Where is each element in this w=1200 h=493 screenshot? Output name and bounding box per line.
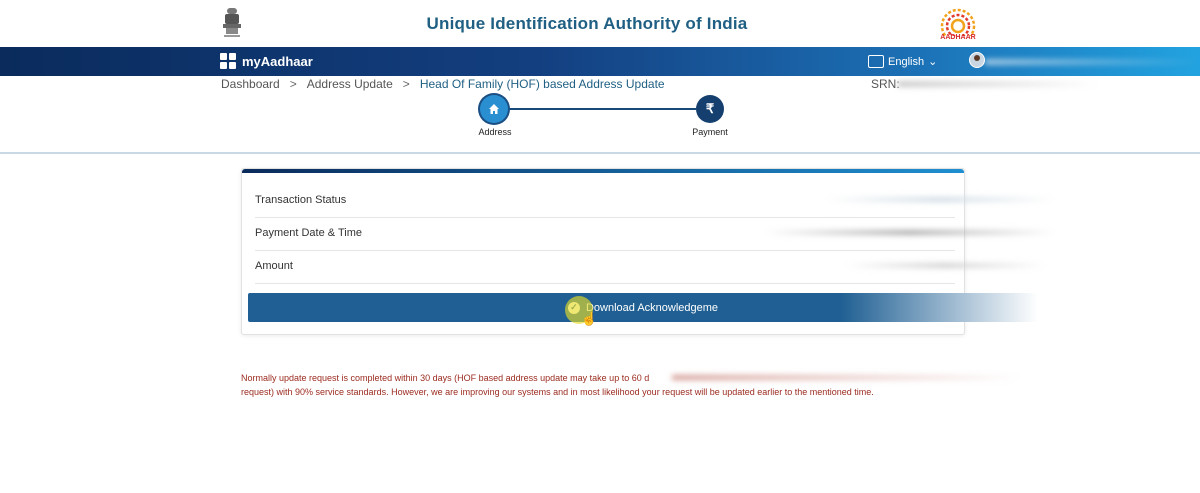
redacted-payment-date-time	[765, 230, 1055, 235]
payment-date-time-label: Payment Date & Time	[255, 227, 362, 239]
translate-icon	[868, 55, 884, 68]
row-payment-date-time: Payment Date & Time	[255, 217, 1055, 251]
transaction-status-label: Transaction Status	[255, 194, 347, 206]
redacted-amount	[845, 263, 1045, 268]
card-accent-bar	[242, 169, 964, 173]
breadcrumb-address-update[interactable]: Address Update	[307, 77, 393, 91]
breadcrumb: Dashboard > Address Update > Head Of Fam…	[221, 77, 665, 91]
language-selector[interactable]: English ⌄	[868, 55, 937, 68]
stepper-connector	[508, 108, 696, 110]
breadcrumb-current: Head Of Family (HOF) based Address Updat…	[419, 77, 665, 91]
redacted-transaction-status	[825, 197, 1055, 202]
apps-grid-icon[interactable]	[220, 53, 236, 69]
step-label-address: Address	[478, 127, 512, 137]
redacted-username	[985, 59, 1200, 65]
breadcrumb-separator: >	[402, 77, 410, 91]
transaction-card: Transaction Status Payment Date & Time A…	[241, 168, 1055, 335]
home-icon	[489, 104, 499, 114]
srn-label: SRN:	[871, 77, 900, 91]
brand-name[interactable]: myAadhaar	[242, 54, 313, 69]
section-divider	[0, 152, 1200, 154]
redacted-srn	[898, 81, 1098, 87]
chevron-down-icon: ⌄	[928, 56, 938, 68]
aadhaar-logo: AADHAAR	[930, 6, 986, 44]
step-label-payment: Payment	[692, 127, 728, 137]
download-button-label: Download Acknowledgeme	[585, 301, 719, 314]
aadhaar-logo-text: AADHAAR	[940, 34, 976, 41]
step-address	[480, 95, 508, 123]
download-acknowledgement-button[interactable]: ✓ Download Acknowledgeme	[248, 293, 1038, 322]
avatar[interactable]	[969, 52, 985, 68]
org-title: Unique Identification Authority of India	[426, 14, 748, 33]
row-amount: Amount	[255, 250, 1045, 284]
redacted-note-text	[672, 375, 1022, 380]
breadcrumb-dashboard[interactable]: Dashboard	[221, 77, 280, 91]
note-line-2: request) with 90% service standards. How…	[241, 387, 874, 397]
rupee-icon: ₹	[705, 101, 715, 116]
language-label: English	[888, 55, 925, 68]
amount-label: Amount	[255, 260, 293, 272]
row-transaction-status: Transaction Status	[255, 184, 1055, 218]
top-header: Unique Identification Authority of India…	[0, 0, 1200, 47]
main-navbar: myAadhaar English ⌄	[0, 47, 1200, 76]
step-payment: ₹	[696, 95, 724, 123]
hand-cursor-icon: ☝	[581, 311, 598, 326]
breadcrumb-separator: >	[289, 77, 297, 91]
